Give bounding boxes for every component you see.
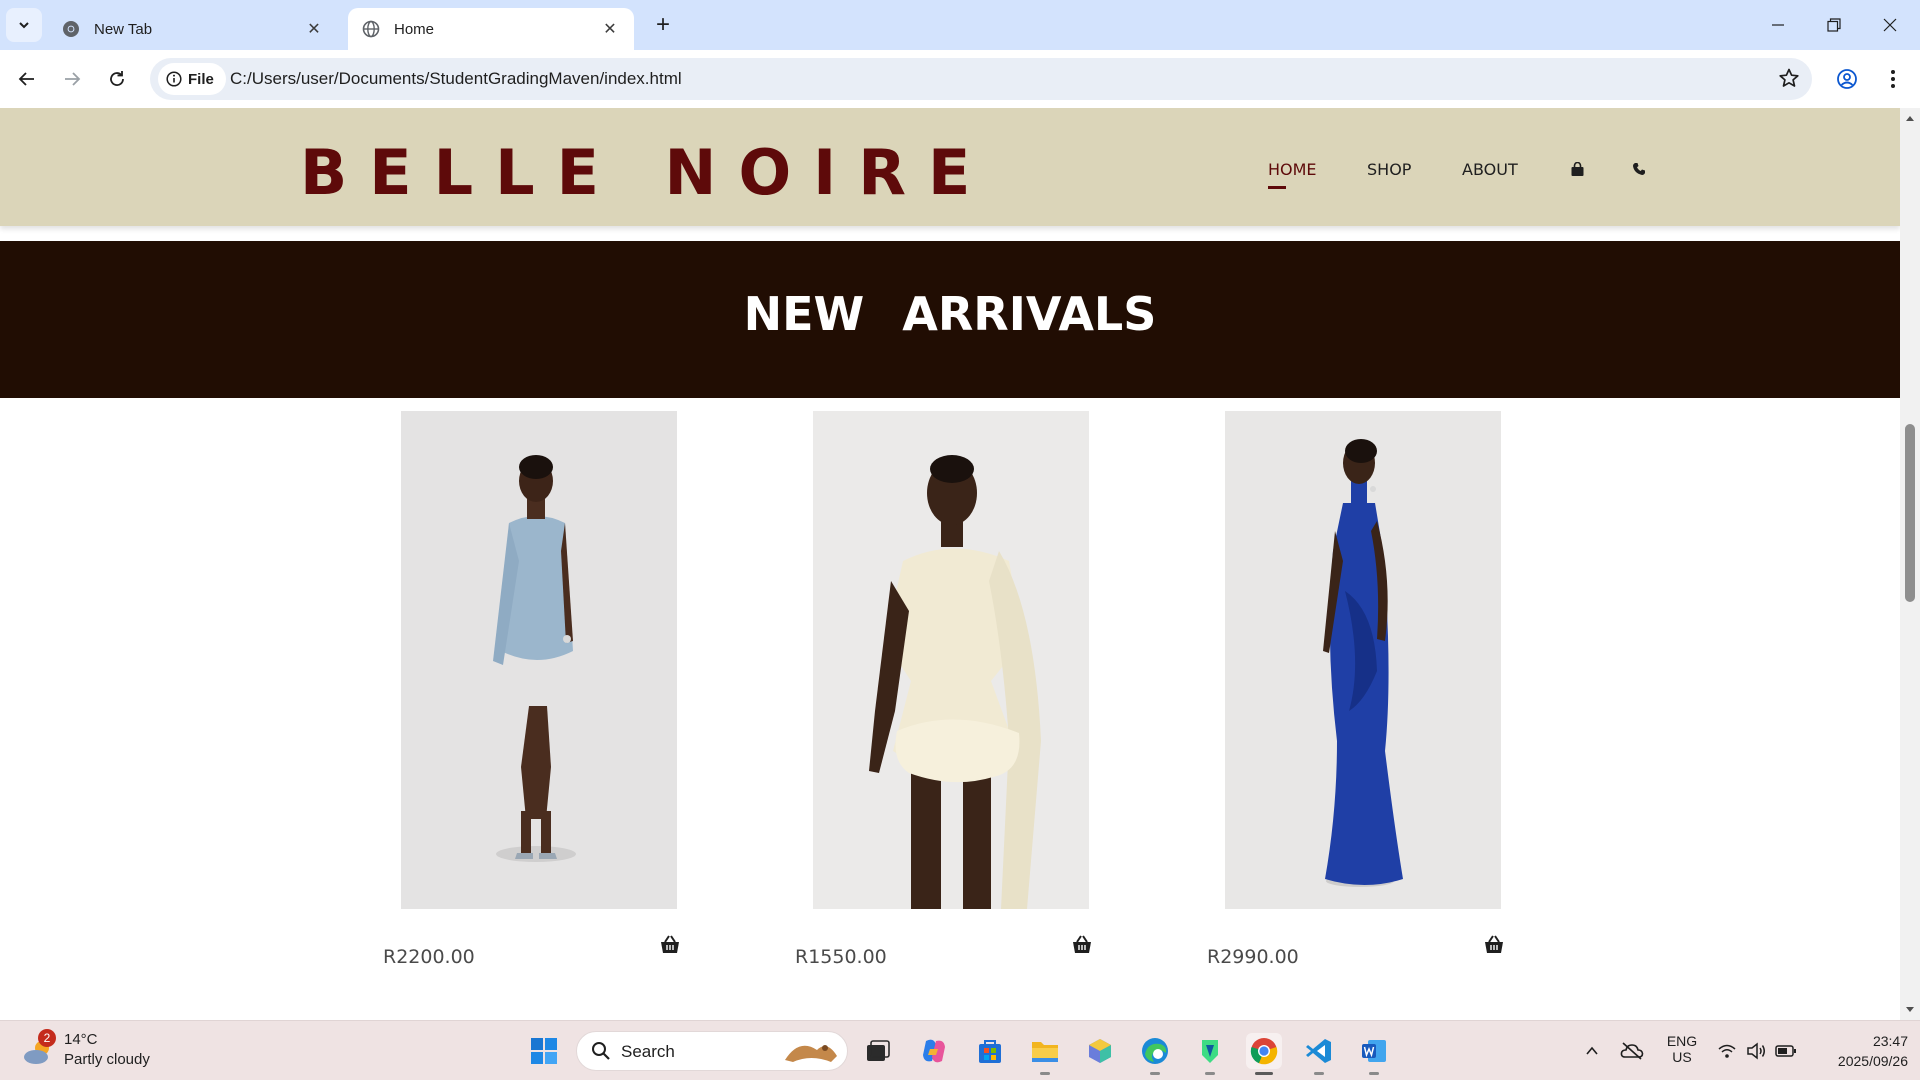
- region-code: US: [1672, 1049, 1692, 1065]
- new-tab-button[interactable]: +: [648, 10, 678, 40]
- app-hexagon-icon[interactable]: [1082, 1033, 1118, 1069]
- site-chip-label: File: [188, 70, 214, 88]
- product-card[interactable]: R2200.00: [383, 411, 679, 968]
- close-window-button[interactable]: [1862, 0, 1918, 50]
- copilot-icon[interactable]: [916, 1033, 952, 1069]
- reload-icon: [110, 71, 124, 86]
- bookmark-star-icon[interactable]: [1778, 67, 1800, 94]
- nav-shop-link[interactable]: SHOP: [1367, 160, 1411, 179]
- page-scrollbar[interactable]: [1900, 108, 1920, 1020]
- banner-title: NEW ARRIVALS: [743, 287, 1157, 341]
- clock-date: 2025/09/26: [1837, 1053, 1908, 1069]
- product-card[interactable]: R2990.00: [1207, 411, 1503, 968]
- clock-time: 23:47: [1872, 1033, 1908, 1049]
- site-logo[interactable]: BELLE NOIRE: [300, 136, 992, 209]
- task-view-icon[interactable]: [860, 1033, 896, 1069]
- forward-button[interactable]: [55, 62, 89, 96]
- chrome-browser-icon[interactable]: [1246, 1033, 1282, 1075]
- minimize-icon: [1772, 24, 1784, 26]
- product-price: R2990.00: [1207, 946, 1299, 968]
- add-to-basket-icon[interactable]: [1071, 934, 1095, 958]
- chrome-favicon-icon: [62, 20, 80, 38]
- weather-widget[interactable]: 2 14°C Partly cloudy: [20, 1029, 220, 1071]
- browser-toolbar: File C:/Users/user/Documents/StudentGrad…: [0, 50, 1920, 108]
- reload-button[interactable]: [100, 62, 134, 96]
- weather-badge: 2: [38, 1029, 56, 1047]
- weather-temperature: 14°C: [64, 1031, 98, 1048]
- product-image[interactable]: [813, 411, 1089, 909]
- tab-title: New Tab: [94, 20, 153, 38]
- product-card[interactable]: R1550.00: [795, 411, 1091, 968]
- vscode-icon[interactable]: [1301, 1033, 1337, 1075]
- file-explorer-icon[interactable]: [1027, 1033, 1063, 1075]
- new-arrivals-banner: NEW ARRIVALS: [0, 241, 1900, 398]
- onedrive-offline-icon[interactable]: [1614, 1033, 1650, 1069]
- system-clock[interactable]: 23:47 2025/09/26: [1838, 1031, 1908, 1071]
- close-tab-icon[interactable]: ✕: [600, 19, 620, 39]
- url-text[interactable]: C:/Users/user/Documents/StudentGradingMa…: [230, 69, 682, 89]
- add-to-basket-icon[interactable]: [659, 934, 683, 958]
- tab-search-button[interactable]: [6, 8, 42, 42]
- product-price: R2200.00: [383, 946, 475, 968]
- address-bar[interactable]: File C:/Users/user/Documents/StudentGrad…: [150, 58, 1812, 100]
- battery-icon[interactable]: [1768, 1033, 1804, 1069]
- restore-icon: [1827, 18, 1841, 32]
- product-image[interactable]: [1225, 411, 1501, 909]
- microsoft-store-icon[interactable]: [972, 1033, 1008, 1069]
- browser-menu-button[interactable]: [1878, 64, 1908, 94]
- tab-title: Home: [394, 20, 435, 38]
- tab-home[interactable]: Home ✕: [348, 8, 634, 50]
- arrow-left-icon: [18, 72, 34, 86]
- account-circle-icon: [1837, 69, 1857, 89]
- profile-button[interactable]: [1832, 64, 1862, 94]
- browser-tab-strip: New Tab ✕ Home ✕ +: [0, 0, 1920, 50]
- language-code: ENG: [1666, 1033, 1698, 1049]
- product-image[interactable]: [401, 411, 677, 909]
- product-price: R1550.00: [795, 946, 887, 968]
- search-icon: [592, 1042, 610, 1060]
- scroll-down-arrow-icon[interactable]: [1904, 1004, 1916, 1016]
- scroll-up-arrow-icon[interactable]: [1904, 112, 1916, 124]
- restore-button[interactable]: [1806, 0, 1862, 50]
- arrow-right-icon: [65, 72, 81, 86]
- phone-icon[interactable]: [1630, 160, 1648, 178]
- taskbar-search[interactable]: Search: [576, 1031, 848, 1071]
- nav-home-link[interactable]: HOME: [1268, 160, 1317, 189]
- weather-condition: Partly cloudy: [64, 1051, 150, 1068]
- edge-browser-icon[interactable]: [1137, 1033, 1173, 1075]
- page-viewport: BELLE NOIRE HOME SHOP ABOUT NEW ARRIVALS: [0, 108, 1900, 1020]
- close-icon: [1883, 18, 1897, 32]
- globe-icon: [362, 20, 380, 38]
- site-info-chip[interactable]: File: [158, 63, 226, 95]
- minimize-button[interactable]: [1750, 0, 1806, 50]
- windows-taskbar: 2 14°C Partly cloudy Search ENG US 23:47…: [0, 1020, 1920, 1080]
- nav-about-link[interactable]: ABOUT: [1462, 160, 1518, 179]
- android-studio-icon[interactable]: [1192, 1033, 1228, 1075]
- show-hidden-icons-chevron-icon[interactable]: [1574, 1033, 1610, 1069]
- tab-new-tab[interactable]: New Tab ✕: [48, 8, 338, 50]
- shopping-bag-icon[interactable]: [1568, 160, 1586, 178]
- back-button[interactable]: [10, 62, 44, 96]
- close-tab-icon[interactable]: ✕: [304, 19, 324, 39]
- windows-logo-icon: [531, 1038, 557, 1064]
- add-to-basket-icon[interactable]: [1483, 934, 1507, 958]
- site-header: BELLE NOIRE HOME SHOP ABOUT: [0, 108, 1900, 226]
- start-button[interactable]: [526, 1033, 562, 1069]
- info-icon: [166, 71, 182, 87]
- language-indicator[interactable]: ENG US: [1662, 1033, 1702, 1065]
- scrollbar-thumb[interactable]: [1905, 424, 1915, 602]
- search-highlight-icon: [785, 1045, 837, 1062]
- search-label: Search: [621, 1042, 675, 1061]
- more-vertical-icon: [1891, 70, 1895, 88]
- chevron-down-icon: [19, 22, 29, 29]
- word-icon[interactable]: [1356, 1033, 1392, 1075]
